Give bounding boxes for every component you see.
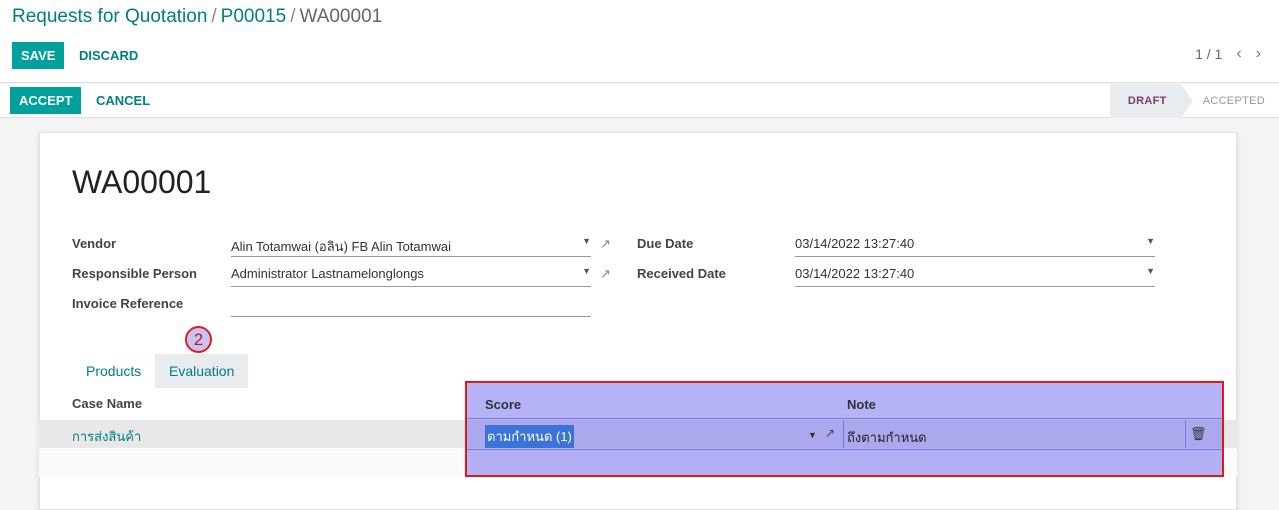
status-bar: ACCEPT CANCEL DRAFT ACCEPTED (0, 84, 1279, 118)
received-date-label: Received Date (637, 266, 726, 281)
external-link-icon[interactable]: ↗ (825, 426, 835, 440)
breadcrumb-p00015-link[interactable]: P00015 (221, 6, 287, 27)
trash-icon[interactable]: 🗑 (1190, 426, 1207, 442)
annotation-highlight-box (465, 381, 1224, 477)
divider (1185, 420, 1186, 448)
cancel-button[interactable]: CANCEL (96, 87, 150, 114)
vendor-label: Vendor (72, 236, 117, 251)
column-score[interactable]: Score (485, 397, 521, 412)
annotation-badge: 2 (185, 326, 212, 353)
column-case-name[interactable]: Case Name (72, 396, 142, 411)
divider (843, 420, 844, 448)
stage-bar: DRAFT ACCEPTED (1109, 84, 1279, 118)
external-link-icon[interactable]: ↗ (600, 266, 611, 282)
breadcrumb-separator: / (211, 6, 217, 27)
breadcrumb-current: WA00001 (299, 6, 383, 27)
caret-down-icon[interactable]: ▼ (582, 236, 591, 246)
caret-down-icon[interactable]: ▼ (1146, 266, 1155, 276)
note-cell[interactable]: ถึงตามกำหนด (847, 427, 927, 448)
stage-accepted[interactable]: ACCEPTED (1181, 84, 1279, 118)
vendor-field[interactable]: Alin Totamwai (อลิน) FB Alin Totamwai ▼ (231, 233, 591, 257)
caret-down-icon[interactable]: ▼ (582, 266, 591, 276)
breadcrumb-rfq-link[interactable]: Requests for Quotation (12, 6, 207, 27)
pager-value[interactable]: 1 / 1 (1195, 46, 1222, 62)
pager: 1 / 1 ‹ › (1195, 45, 1261, 63)
vendor-value: Alin Totamwai (อลิน) FB Alin Totamwai (231, 239, 451, 254)
external-link-icon[interactable]: ↗ (600, 236, 611, 252)
stage-draft[interactable]: DRAFT (1109, 84, 1193, 118)
chevron-left-icon[interactable]: ‹ (1236, 45, 1241, 63)
due-date-field[interactable]: 03/14/2022 13:27:40 ▼ (795, 233, 1155, 257)
invoice-field[interactable] (231, 293, 591, 317)
divider (466, 418, 1223, 419)
responsible-field[interactable]: Administrator Lastnamelonglongs ▼ (231, 263, 591, 287)
due-date-value: 03/14/2022 13:27:40 (795, 236, 915, 251)
case-name-cell[interactable]: การส่งสินค้า (72, 426, 141, 447)
responsible-value: Administrator Lastnamelonglongs (231, 266, 424, 281)
save-button[interactable]: SAVE (12, 42, 65, 69)
tab-evaluation[interactable]: Evaluation (155, 354, 249, 388)
record-title: WA00001 (72, 164, 212, 200)
divider (466, 449, 1223, 450)
received-date-field[interactable]: 03/14/2022 13:27:40 ▼ (795, 263, 1155, 287)
column-note[interactable]: Note (847, 397, 876, 412)
invoice-label: Invoice Reference (72, 296, 184, 311)
chevron-right-icon[interactable]: › (1256, 45, 1261, 63)
due-date-label: Due Date (637, 236, 694, 251)
accept-button[interactable]: ACCEPT (10, 87, 82, 114)
caret-down-icon[interactable]: ▼ (1146, 236, 1155, 246)
discard-button[interactable]: DISCARD (79, 42, 138, 69)
responsible-label: Responsible Person (72, 266, 197, 281)
tab-products[interactable]: Products (72, 354, 155, 388)
caret-down-icon[interactable]: ▼ (808, 430, 817, 440)
breadcrumb: Requests for Quotation / P00015/WA00001 (12, 6, 382, 28)
score-input[interactable]: ตามกำหนด (1) (485, 425, 574, 448)
breadcrumb-separator: / (290, 6, 296, 27)
received-date-value: 03/14/2022 13:27:40 (795, 266, 915, 281)
control-panel: Requests for Quotation / P00015/WA00001 SA… (0, 0, 1279, 83)
